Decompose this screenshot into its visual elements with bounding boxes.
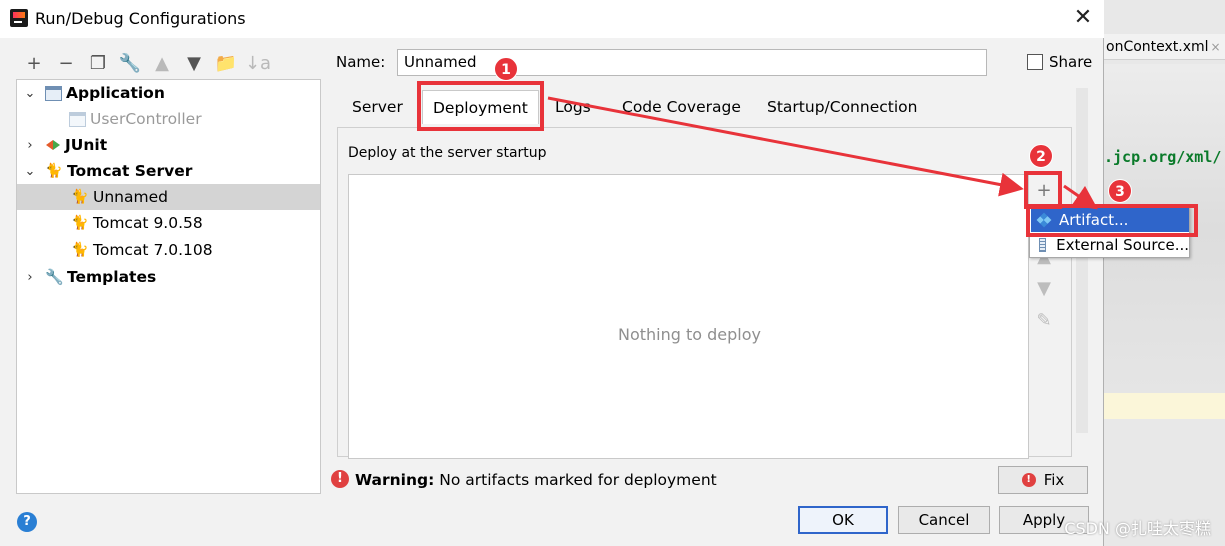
tab-startup-connection[interactable]: Startup/Connection: [767, 90, 917, 124]
tree-label: Tomcat 9.0.58: [93, 214, 203, 232]
empty-state-text: Nothing to deploy: [617, 325, 761, 344]
annotation-badge-2: 2: [1029, 144, 1053, 168]
share-checkbox[interactable]: [1027, 54, 1043, 70]
ok-button[interactable]: OK: [798, 506, 888, 534]
tree-item-junit[interactable]: › JUnit: [17, 132, 320, 158]
application-icon: [45, 85, 62, 101]
share-label: Share: [1049, 53, 1093, 71]
junit-icon: [45, 137, 61, 153]
window-title: Run/Debug Configurations: [35, 9, 246, 28]
warning-icon: !: [331, 470, 349, 488]
config-tree: ⌄ Application UserController › JUnit ⌄ 🐈…: [16, 79, 321, 494]
section-title: Deploy at the server startup: [348, 145, 547, 161]
edit-defaults-wrench-icon[interactable]: 🔧: [114, 50, 146, 76]
edit-pencil-icon[interactable]: ✎: [1031, 307, 1057, 333]
intellij-app-icon: [10, 9, 28, 27]
editor-highlight-line: [1104, 393, 1225, 419]
vertical-scrollbar[interactable]: [1076, 88, 1088, 433]
deploy-list[interactable]: Nothing to deploy: [348, 174, 1029, 459]
application-icon: [69, 111, 86, 127]
name-label: Name:: [336, 53, 386, 71]
annotation-badge-1: 1: [494, 57, 518, 81]
wrench-icon: 🔧: [45, 268, 64, 286]
tree-label: JUnit: [65, 136, 108, 154]
tree-item-usercontroller[interactable]: UserController: [17, 106, 320, 132]
editor-code-line: .jcp.org/xml/: [1104, 148, 1222, 166]
folder-button[interactable]: 📁: [210, 50, 242, 76]
tomcat-error-icon: 🐈: [71, 189, 89, 205]
background-editor: onContext.xml × .jcp.org/xml/: [1104, 0, 1225, 546]
move-down-button[interactable]: ▼: [178, 50, 210, 76]
tree-label: Unnamed: [93, 188, 168, 206]
tree-label: Application: [66, 84, 165, 102]
move-up-button[interactable]: ▲: [146, 50, 178, 76]
editor-tab-close-icon[interactable]: ×: [1211, 40, 1221, 54]
tree-item-unnamed[interactable]: 🐈 Unnamed: [17, 184, 320, 210]
expand-arrow-icon[interactable]: ⌄: [21, 164, 39, 179]
editor-tab[interactable]: onContext.xml ×: [1104, 34, 1225, 60]
fix-button[interactable]: ! Fix: [998, 466, 1088, 494]
tree-item-templates[interactable]: › 🔧 Templates: [17, 264, 320, 290]
title-bar: Run/Debug Configurations ✕: [0, 0, 1104, 38]
close-icon[interactable]: ✕: [1072, 6, 1094, 30]
help-icon[interactable]: ?: [17, 512, 37, 532]
tree-item-application[interactable]: ⌄ Application: [17, 80, 320, 106]
collapse-arrow-icon[interactable]: ›: [21, 270, 39, 285]
move-down-icon[interactable]: ▼: [1031, 275, 1057, 301]
tomcat-icon: 🐈: [71, 215, 89, 231]
tree-label: Templates: [67, 268, 157, 286]
cancel-button[interactable]: Cancel: [898, 506, 990, 534]
name-field[interactable]: Unnamed: [397, 49, 987, 76]
warning-text: No artifacts marked for deployment: [434, 471, 717, 489]
editor-tab-label: onContext.xml: [1106, 39, 1209, 55]
config-toolbar: + − ❐ 🔧 ▲ ▼ 📁 ↓a: [18, 50, 274, 76]
run-debug-dialog: Run/Debug Configurations ✕ + − ❐ 🔧 ▲ ▼ 📁…: [0, 0, 1190, 546]
tree-label: Tomcat 7.0.108: [93, 241, 213, 259]
remove-config-button[interactable]: −: [50, 50, 82, 76]
tab-server[interactable]: Server: [352, 90, 403, 124]
deployment-panel: Deploy at the server startup Nothing to …: [337, 127, 1072, 459]
menu-item-label: External Source...: [1056, 236, 1189, 254]
csdn-watermark: CSDN @扎哇太枣糕: [1064, 519, 1211, 538]
tomcat-icon: 🐈: [45, 163, 63, 179]
annotation-box-deployment: [417, 81, 544, 131]
warning-message: Warning: No artifacts marked for deploym…: [355, 471, 717, 489]
tab-code-coverage[interactable]: Code Coverage: [622, 90, 741, 124]
expand-arrow-icon[interactable]: ⌄: [21, 86, 39, 101]
tomcat-icon: 🐈: [71, 242, 89, 258]
tab-logs[interactable]: Logs: [555, 90, 591, 124]
warning-prefix: Warning:: [355, 471, 435, 489]
fix-label: Fix: [1043, 471, 1065, 489]
tree-item-tomcat-7[interactable]: 🐈 Tomcat 7.0.108: [17, 237, 320, 263]
bulb-error-icon: !: [1021, 473, 1036, 487]
tree-item-tomcat-server[interactable]: ⌄ 🐈 Tomcat Server: [17, 158, 320, 184]
tree-label: Tomcat Server: [67, 162, 193, 180]
collapse-arrow-icon[interactable]: ›: [21, 138, 39, 153]
tree-item-tomcat-9[interactable]: 🐈 Tomcat 9.0.58: [17, 210, 320, 236]
tree-label: UserController: [90, 110, 202, 128]
annotation-badge-3: 3: [1108, 179, 1132, 203]
sort-button[interactable]: ↓a: [242, 50, 274, 76]
annotation-box-artifact: [1026, 204, 1198, 237]
add-config-button[interactable]: +: [18, 50, 50, 76]
external-source-icon: [1039, 238, 1047, 252]
copy-config-button[interactable]: ❐: [82, 50, 114, 76]
